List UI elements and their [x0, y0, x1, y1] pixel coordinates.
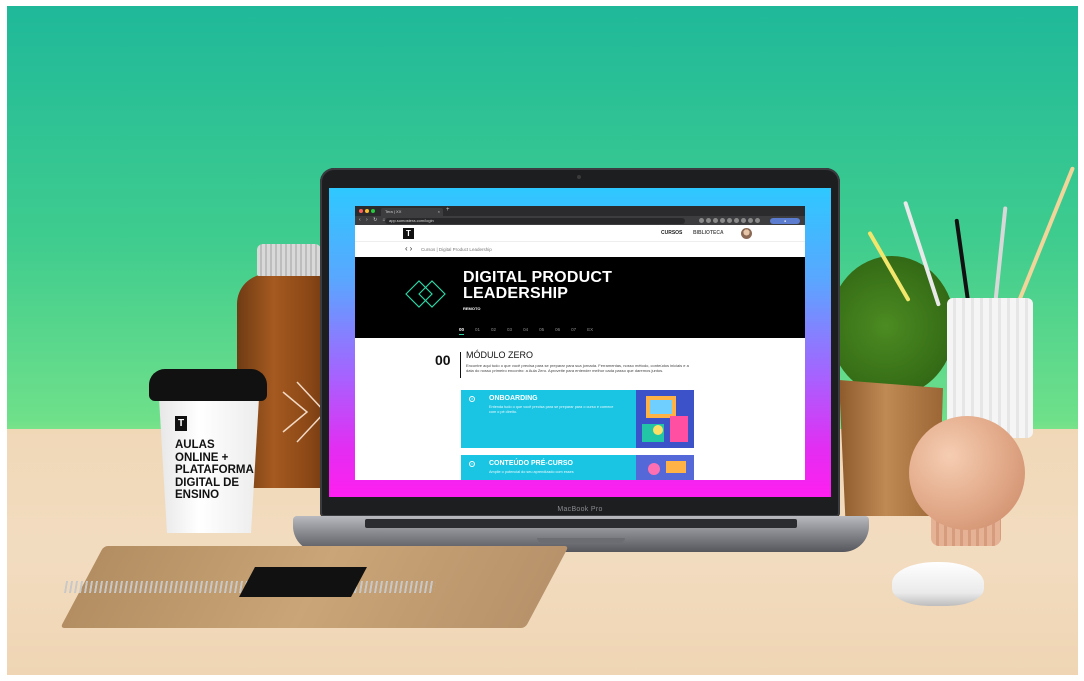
laptop-screen: Tera | XX × + ‹ › ↻ ⌂ app.somostera.com/…: [329, 188, 831, 497]
browser-profile-button[interactable]: ●: [770, 218, 800, 224]
illustration-icon: [636, 455, 694, 480]
card-description: Entenda tudo o que você precisa para se …: [489, 405, 614, 414]
breadcrumb-nav-icons[interactable]: ‹›: [405, 244, 414, 253]
breadcrumb[interactable]: Cursos | Digital Product Leadership: [421, 247, 492, 252]
module-divider: [460, 352, 461, 378]
cup-slogan: AULAS ONLINE + PLATAFORMA DIGITAL DE ENS…: [175, 439, 254, 501]
laptop-notch: [537, 538, 625, 543]
new-tab-icon[interactable]: +: [446, 207, 450, 213]
breadcrumb-bar: ‹› Cursos | Digital Product Leadership: [355, 242, 805, 257]
bottle-cap: [257, 244, 321, 276]
tab-close-icon[interactable]: ×: [438, 208, 440, 216]
illustration-icon: [636, 390, 694, 448]
pen: [954, 218, 971, 309]
diamond-logo-icon: [405, 280, 446, 308]
nav-cursos[interactable]: CURSOS: [661, 230, 682, 236]
module-content: 00 MÓDULO ZERO Encontre aqui tudo o que …: [355, 338, 805, 480]
tera-logo[interactable]: T: [403, 228, 414, 239]
user-avatar[interactable]: [741, 228, 752, 239]
module-title: MÓDULO ZERO: [466, 350, 534, 360]
module-description: Encontre aqui tudo o que você precisa pa…: [466, 363, 689, 373]
course-hero: DIGITAL PRODUCT LEADERSHIP REMOTO 00 01 …: [355, 257, 805, 338]
browser-window: Tera | XX × + ‹ › ↻ ⌂ app.somostera.com/…: [355, 206, 805, 480]
app-header: T CURSOS BIBLIOTECA: [355, 225, 805, 242]
browser-toolbar: ‹ › ↻ ⌂ app.somostera.com/login ●: [355, 216, 805, 225]
product-scene: Tera | XX × + ‹ › ↻ ⌂ app.somostera.com/…: [7, 6, 1078, 675]
ceramic-vase: [909, 416, 1025, 530]
laptop-brand: MacBook Pro: [557, 506, 603, 513]
extension-icons[interactable]: [699, 218, 765, 223]
book-icon: ▭: [469, 461, 475, 467]
tab-module-03[interactable]: 03: [507, 327, 512, 335]
minimize-window-button[interactable]: [365, 209, 369, 213]
tab-module-ex[interactable]: EX: [587, 327, 593, 335]
laptop-keyboard: [365, 519, 797, 528]
coffee-cup-lid: [149, 369, 267, 401]
tab-module-04[interactable]: 04: [523, 327, 528, 335]
course-title: DIGITAL PRODUCT LEADERSHIP: [463, 269, 613, 302]
nav-biblioteca[interactable]: BIBLIOTECA: [693, 230, 724, 236]
card-description: Amplie o potencial do seu aprendizado co…: [489, 470, 574, 474]
tab-module-01[interactable]: 01: [475, 327, 480, 335]
clock-icon: ⏱: [469, 396, 475, 402]
browser-tab-bar: Tera | XX × +: [355, 206, 805, 216]
browser-tab-title: Tera | XX: [385, 209, 402, 214]
pen: [993, 206, 1008, 307]
pencil: [1015, 166, 1076, 307]
cup-logo: T: [175, 416, 187, 431]
magic-mouse: [892, 562, 984, 606]
card-title: CONTEÚDO PRÉ-CURSO: [489, 460, 574, 467]
card-onboarding[interactable]: ⏱ ONBOARDING Entenda tudo o que você pre…: [461, 390, 694, 448]
maximize-window-button[interactable]: [371, 209, 375, 213]
notebook-logo: [239, 567, 367, 597]
card-title: ONBOARDING: [489, 395, 538, 402]
webcam: [577, 175, 581, 179]
laptop-lid: Tera | XX × + ‹ › ↻ ⌂ app.somostera.com/…: [320, 168, 840, 517]
module-number: 00: [435, 352, 451, 368]
browser-nav-icons[interactable]: ‹ › ↻ ⌂: [359, 217, 388, 223]
browser-tab[interactable]: Tera | XX ×: [381, 208, 443, 216]
tab-module-00[interactable]: 00: [459, 327, 465, 335]
card-conteudo-pre-curso[interactable]: ▭ CONTEÚDO PRÉ-CURSO Amplie o potencial …: [461, 455, 694, 480]
close-window-button[interactable]: [359, 209, 363, 213]
tab-module-05[interactable]: 05: [539, 327, 544, 335]
module-tabs: 00 01 02 03 04 05 06 07 EX: [459, 327, 593, 335]
course-modality: REMOTO: [463, 306, 481, 311]
tab-module-02[interactable]: 02: [491, 327, 496, 335]
tab-module-06[interactable]: 06: [555, 327, 560, 335]
tab-module-07[interactable]: 07: [571, 327, 576, 335]
address-bar[interactable]: app.somostera.com/login: [385, 218, 685, 224]
